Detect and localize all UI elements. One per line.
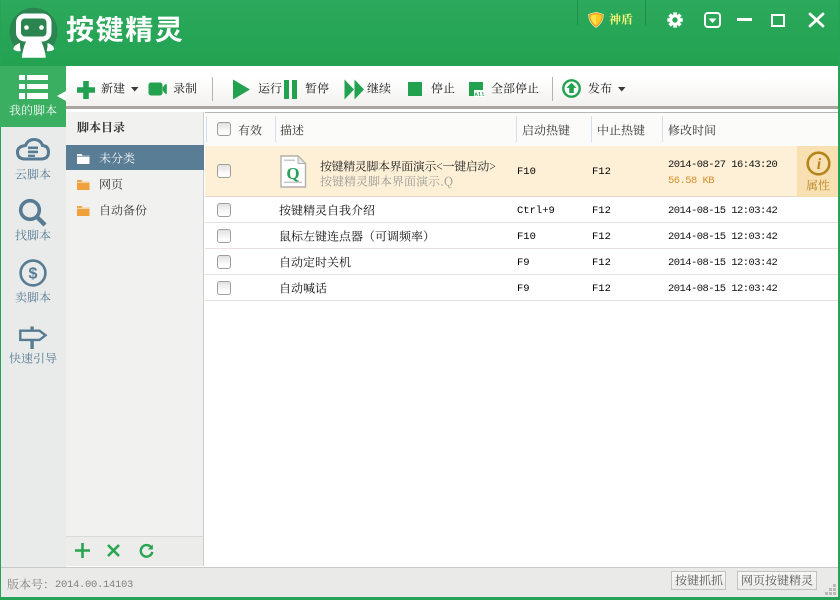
svg-text:Q: Q (286, 164, 299, 183)
svg-text:i: i (817, 156, 822, 173)
svg-text:$: $ (29, 266, 38, 283)
